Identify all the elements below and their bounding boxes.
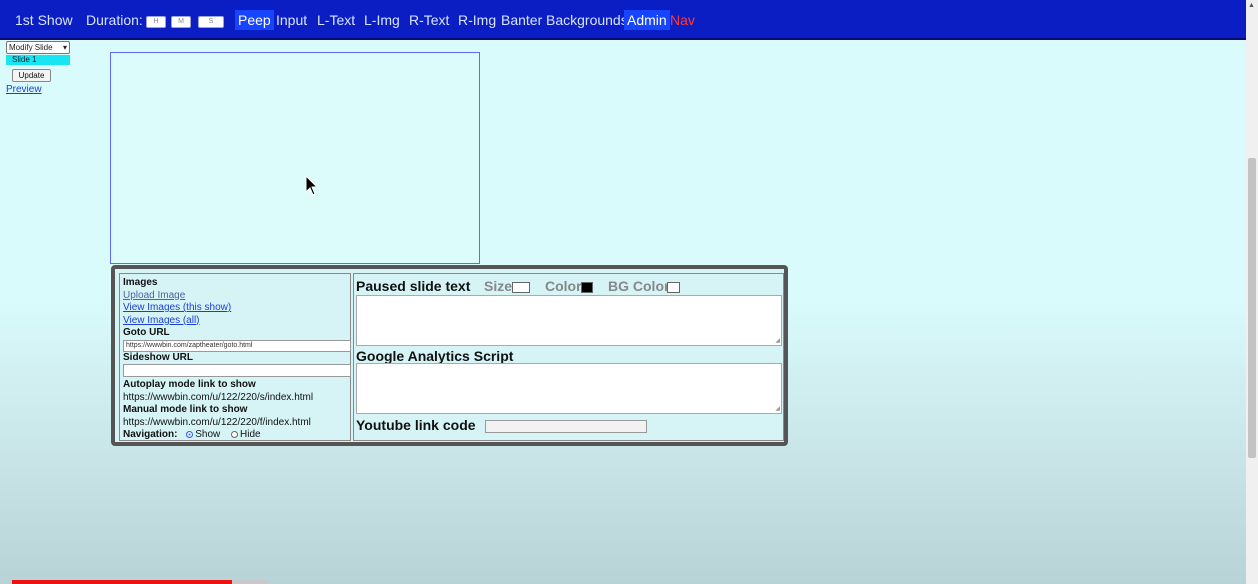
manual-label: Manual mode link to show: [123, 404, 248, 415]
navigation-label: Navigation:: [123, 429, 178, 440]
nav-nav[interactable]: Nav: [670, 12, 695, 28]
nav-l-img[interactable]: L-Img: [364, 12, 400, 28]
nav-backgrounds[interactable]: Backgrounds: [546, 12, 628, 28]
upload-image-link[interactable]: Upload Image: [123, 290, 347, 303]
resize-grip-icon[interactable]: ◢: [775, 405, 780, 412]
preview-link[interactable]: Preview: [6, 84, 42, 95]
slide-mode-value: Modify Slide: [9, 43, 53, 52]
text-settings-pane: Paused slide text Size Color BG Color ◢ …: [353, 273, 784, 441]
youtube-label: Youtube link code: [356, 417, 476, 433]
view-images-show-link[interactable]: View Images (this show): [123, 302, 347, 315]
text-color-swatch[interactable]: [581, 282, 593, 293]
nav-peep[interactable]: Peep: [235, 10, 274, 30]
manual-url: https://wwwbin.com/u/122/220/f/index.htm…: [123, 416, 311, 428]
size-input[interactable]: [512, 282, 530, 293]
nav-l-text[interactable]: L-Text: [317, 12, 355, 28]
nav-show-label: Show: [195, 429, 221, 440]
analytics-textarea[interactable]: ◢: [356, 363, 782, 414]
scroll-up-icon[interactable]: ▲: [1248, 2, 1255, 9]
images-heading: Images: [123, 277, 158, 288]
navigation-row: Navigation: Show Hide: [123, 429, 347, 442]
slide-canvas[interactable]: [110, 52, 480, 264]
paused-text-label: Paused slide text: [356, 278, 471, 294]
show-title[interactable]: 1st Show: [15, 12, 73, 28]
slideshow-url-input[interactable]: [123, 364, 351, 377]
nav-show-radio[interactable]: [186, 430, 194, 438]
nav-admin[interactable]: Admin: [624, 10, 670, 30]
color-label: Color: [545, 278, 582, 294]
nav-banter[interactable]: Banter: [501, 12, 542, 28]
vertical-scrollbar[interactable]: ▲: [1246, 0, 1258, 584]
update-button[interactable]: Update: [12, 69, 51, 82]
autoplay-label: Autoplay mode link to show: [123, 379, 256, 390]
duration-minutes-input[interactable]: M: [171, 16, 191, 28]
video-progress-fill: [12, 580, 233, 584]
scrollbar-thumb[interactable]: [1248, 158, 1256, 458]
view-images-all-link[interactable]: View Images (all): [123, 315, 347, 328]
nav-hide-radio[interactable]: [231, 430, 239, 438]
mouse-cursor-icon: [305, 175, 319, 196]
duration-label: Duration:: [86, 12, 143, 28]
nav-r-img[interactable]: R-Img: [458, 12, 496, 28]
goto-url-label: Goto URL: [123, 327, 170, 338]
bg-color-label: BG Color: [608, 278, 670, 294]
chevron-down-icon: ▾: [62, 43, 67, 52]
top-toolbar: 1st Show Duration: H M S Peep Input L-Te…: [0, 0, 1246, 40]
nav-input[interactable]: Input: [276, 12, 307, 28]
links-pane: Images Upload Image View Images (this sh…: [119, 273, 351, 441]
nav-r-text[interactable]: R-Text: [409, 12, 449, 28]
video-progress-bar[interactable]: [12, 580, 268, 584]
slide-mode-select[interactable]: Modify Slide ▾: [6, 41, 70, 54]
resize-grip-icon[interactable]: ◢: [775, 337, 780, 344]
autoplay-url: https://wwwbin.com/u/122/220/s/index.htm…: [123, 391, 314, 403]
slide-list-item[interactable]: Slide 1: [6, 55, 70, 65]
size-label: Size: [484, 278, 513, 294]
youtube-input[interactable]: [485, 420, 647, 433]
duration-seconds-input[interactable]: S: [198, 16, 224, 28]
duration-hours-input[interactable]: H: [146, 16, 166, 28]
paused-text-textarea[interactable]: ◢: [356, 295, 782, 346]
slide-settings-panel: Images Upload Image View Images (this sh…: [111, 265, 788, 446]
analytics-label: Google Analytics Script: [356, 348, 514, 364]
nav-hide-label: Hide: [240, 429, 261, 440]
slideshow-url-label: Sideshow URL: [123, 351, 194, 363]
goto-url-input[interactable]: https://wwwbin.com/zaptheater/goto.html: [123, 339, 351, 352]
bg-color-swatch[interactable]: [667, 282, 680, 293]
